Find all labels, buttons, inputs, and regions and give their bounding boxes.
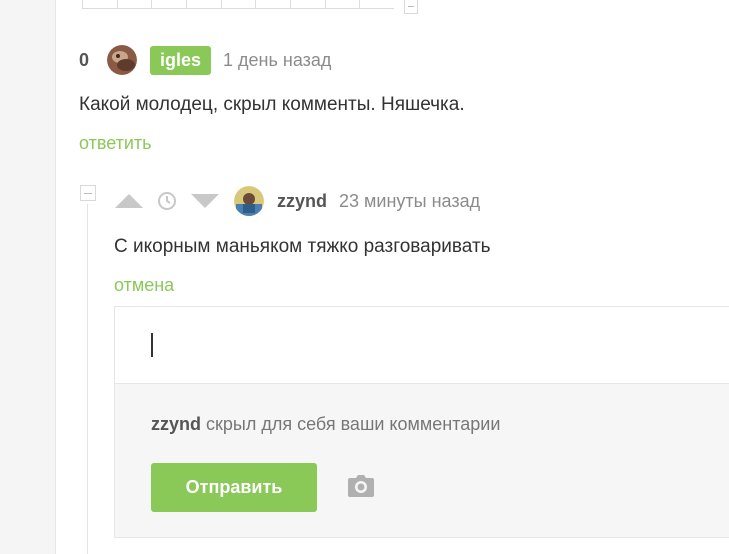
cancel-link[interactable]: отмена	[114, 275, 174, 296]
downvote-icon[interactable]	[190, 191, 220, 211]
avatar[interactable]	[107, 45, 137, 75]
hidden-comments-notice: zzynd скрыл для себя ваши комментарии	[151, 414, 500, 435]
thread-line[interactable]	[87, 204, 88, 554]
username-badge[interactable]: igles	[150, 45, 212, 75]
reply-form-footer	[115, 384, 729, 537]
notice-username[interactable]: zzynd	[151, 414, 201, 434]
clock-icon[interactable]	[156, 190, 178, 212]
notice-text: скрыл для себя ваши комментарии	[201, 414, 501, 434]
reply-form: zzynd скрыл для себя ваши комментарии От…	[114, 306, 729, 538]
reply-textarea[interactable]	[115, 307, 729, 384]
upvote-icon[interactable]	[114, 191, 144, 211]
comment-header: 0 igles 1 день назад	[79, 44, 331, 76]
collapse-icon[interactable]	[80, 185, 96, 201]
content-border	[55, 0, 56, 554]
left-gutter	[0, 0, 55, 554]
reply-link[interactable]: ответить	[79, 133, 152, 154]
comment-text: Какой молодец, скрыл комменты. Няшечка.	[79, 94, 465, 115]
camera-icon[interactable]	[348, 475, 374, 497]
comment-header: zzynd 23 минуты назад	[114, 185, 480, 217]
comment-text: С икорным маньяком тяжко разговаривать	[114, 236, 491, 257]
submit-button[interactable]: Отправить	[151, 463, 317, 512]
previous-content-edge	[82, 0, 394, 9]
avatar[interactable]	[234, 186, 264, 216]
comment-time[interactable]: 23 минуты назад	[339, 191, 480, 212]
text-caret	[151, 333, 153, 357]
comment-time[interactable]: 1 день назад	[223, 50, 331, 71]
comment-rating: 0	[79, 49, 90, 70]
username[interactable]: zzynd	[277, 191, 327, 212]
collapse-icon[interactable]	[404, 0, 418, 14]
